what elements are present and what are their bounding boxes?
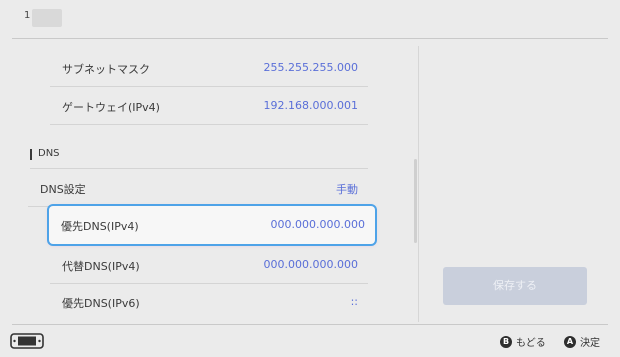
row-value: :: bbox=[350, 295, 358, 308]
console-icon bbox=[10, 333, 44, 349]
header-divider bbox=[12, 38, 608, 39]
row-primary-dns-ipv4[interactable]: 優先DNS(IPv4) 000.000.000.000 bbox=[49, 206, 375, 244]
section-marker bbox=[30, 149, 32, 160]
ok-hint[interactable]: A 決定 bbox=[564, 334, 600, 349]
row-value: 192.168.000.001 bbox=[263, 99, 358, 112]
top-bar: 1 bbox=[0, 0, 620, 38]
row-value: 000.000.000.000 bbox=[263, 258, 358, 271]
row-value: 255.255.255.000 bbox=[263, 61, 358, 74]
save-button[interactable]: 保存する bbox=[443, 267, 587, 305]
row-value: 000.000.000.000 bbox=[270, 218, 365, 231]
b-button-icon: B bbox=[500, 335, 512, 348]
section-title: DNS bbox=[38, 148, 60, 159]
panel-divider bbox=[418, 46, 419, 322]
ok-label: 決定 bbox=[580, 338, 600, 349]
user-icon bbox=[32, 9, 62, 27]
row-label: 優先DNS(IPv4) bbox=[61, 220, 139, 233]
header-number: 1 bbox=[24, 10, 31, 21]
row-label: 代替DNS(IPv4) bbox=[62, 260, 140, 273]
back-hint[interactable]: B もどる bbox=[500, 334, 546, 349]
row-subnet-mask[interactable]: サブネットマスク 255.255.255.000 bbox=[50, 49, 368, 87]
row-label: サブネットマスク bbox=[62, 63, 150, 76]
row-label: DNS設定 bbox=[40, 183, 86, 196]
scrollbar[interactable] bbox=[414, 159, 417, 243]
row-divider bbox=[50, 124, 368, 125]
row-gateway[interactable]: ゲートウェイ(IPv4) 192.168.000.001 bbox=[50, 87, 368, 125]
row-primary-dns-ipv6[interactable]: 優先DNS(IPv6) :: bbox=[50, 283, 368, 321]
back-label: もどる bbox=[516, 338, 546, 349]
row-dns-setting[interactable]: DNS設定 手動 bbox=[28, 169, 368, 207]
row-value: 手動 bbox=[336, 183, 358, 196]
a-button-icon: A bbox=[564, 335, 576, 348]
footer-divider bbox=[12, 324, 608, 325]
row-secondary-dns-ipv4[interactable]: 代替DNS(IPv4) 000.000.000.000 bbox=[50, 246, 368, 284]
row-label: 優先DNS(IPv6) bbox=[62, 297, 140, 310]
row-label: ゲートウェイ(IPv4) bbox=[62, 101, 160, 114]
